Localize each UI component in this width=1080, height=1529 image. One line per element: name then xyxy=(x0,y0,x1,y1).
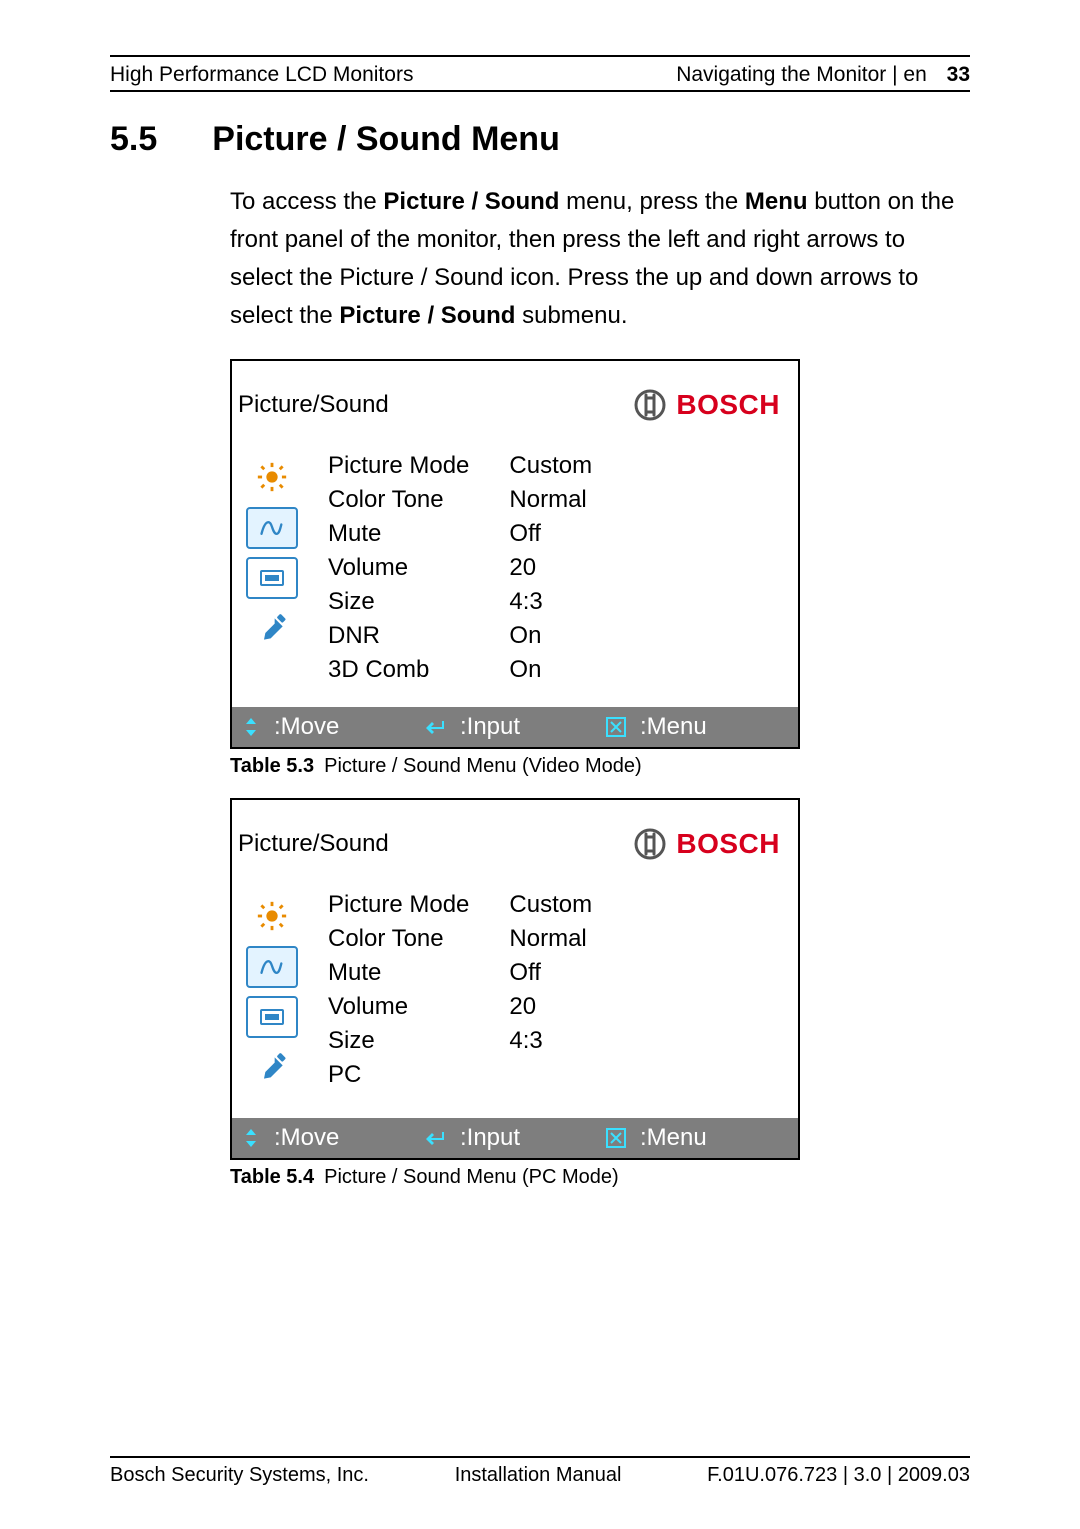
setting-label: Mute xyxy=(328,956,469,990)
osd-settings-list: Picture Mode Color Tone Mute Volume Size… xyxy=(328,449,592,687)
header-section-text: Navigating the Monitor | en xyxy=(676,63,927,86)
footer-menu: :Menu xyxy=(640,713,707,741)
settings-icon xyxy=(246,1046,298,1090)
osd-title: Picture/Sound xyxy=(238,391,389,419)
setting-value: 4:3 xyxy=(509,585,592,619)
bosch-anchor-icon xyxy=(634,828,666,860)
footer-move: :Move xyxy=(274,713,339,741)
display-icon xyxy=(246,557,298,599)
arrows-vertical-icon xyxy=(242,1127,260,1149)
setting-value: Off xyxy=(509,956,592,990)
setting-value: On xyxy=(509,619,592,653)
setting-label: Volume xyxy=(328,990,469,1024)
footer-input: :Input xyxy=(460,1124,520,1152)
osd-panel-pc: Picture/Sound BOSCH xyxy=(230,798,800,1160)
setting-value: Off xyxy=(509,517,592,551)
setting-value: Normal xyxy=(509,483,592,517)
setting-value: Normal xyxy=(509,922,592,956)
section-heading: 5.5 Picture / Sound Menu xyxy=(110,120,970,159)
footer-menu: :Menu xyxy=(640,1124,707,1152)
setting-label: Size xyxy=(328,585,469,619)
footer-move: :Move xyxy=(274,1124,339,1152)
table-caption-5-3: Table 5.3Picture / Sound Menu (Video Mod… xyxy=(230,749,970,798)
section-title: Picture / Sound Menu xyxy=(212,120,560,159)
bosch-text: BOSCH xyxy=(676,828,780,860)
header-bottom-rule xyxy=(110,90,970,92)
page-header: High Performance LCD Monitors Navigating… xyxy=(110,57,970,90)
setting-label: Size xyxy=(328,1024,469,1058)
setting-label: 3D Comb xyxy=(328,653,469,687)
setting-value: Custom xyxy=(509,449,592,483)
setting-label: DNR xyxy=(328,619,469,653)
table-caption-5-4: Table 5.4Picture / Sound Menu (PC Mode) xyxy=(230,1160,970,1209)
page-footer: Bosch Security Systems, Inc. Installatio… xyxy=(110,1458,970,1487)
setting-label: Volume xyxy=(328,551,469,585)
footer-company: Bosch Security Systems, Inc. xyxy=(110,1464,369,1487)
brightness-icon xyxy=(246,455,298,499)
header-section: Navigating the Monitor | en 33 xyxy=(676,63,970,87)
setting-label: Picture Mode xyxy=(328,449,469,483)
setting-label: Mute xyxy=(328,517,469,551)
display-icon xyxy=(246,996,298,1038)
setting-label: Color Tone xyxy=(328,483,469,517)
sound-icon xyxy=(246,946,298,988)
osd-settings-list: Picture Mode Color Tone Mute Volume Size… xyxy=(328,888,592,1098)
settings-icon xyxy=(246,607,298,651)
intro-paragraph: To access the Picture / Sound menu, pres… xyxy=(230,183,970,335)
footer-doc-id: F.01U.076.723 | 3.0 | 2009.03 xyxy=(707,1464,970,1487)
bosch-logo: BOSCH xyxy=(634,389,780,421)
footer-doc-type: Installation Manual xyxy=(455,1464,622,1487)
osd-footer: :Move :Input :Menu xyxy=(232,707,798,747)
header-doc-title: High Performance LCD Monitors xyxy=(110,63,413,87)
osd-footer: :Move :Input :Menu xyxy=(232,1118,798,1158)
section-number: 5.5 xyxy=(110,120,157,159)
brightness-icon xyxy=(246,894,298,938)
bosch-logo: BOSCH xyxy=(634,828,780,860)
page-number: 33 xyxy=(947,63,970,86)
arrows-vertical-icon xyxy=(242,716,260,738)
sound-icon xyxy=(246,507,298,549)
close-box-icon xyxy=(606,717,626,737)
setting-label: PC xyxy=(328,1058,469,1092)
osd-panel-video: Picture/Sound BOSCH xyxy=(230,359,800,749)
bosch-text: BOSCH xyxy=(676,389,780,421)
osd-icon-column xyxy=(246,449,298,687)
setting-value: On xyxy=(509,653,592,687)
bosch-anchor-icon xyxy=(634,389,666,421)
osd-icon-column xyxy=(246,888,298,1098)
enter-icon xyxy=(424,1129,446,1147)
setting-value: 20 xyxy=(509,551,592,585)
enter-icon xyxy=(424,718,446,736)
osd-title: Picture/Sound xyxy=(238,830,389,858)
setting-value: Custom xyxy=(509,888,592,922)
setting-label: Picture Mode xyxy=(328,888,469,922)
setting-label: Color Tone xyxy=(328,922,469,956)
close-box-icon xyxy=(606,1128,626,1148)
setting-value: 20 xyxy=(509,990,592,1024)
setting-value: 4:3 xyxy=(509,1024,592,1058)
footer-input: :Input xyxy=(460,713,520,741)
